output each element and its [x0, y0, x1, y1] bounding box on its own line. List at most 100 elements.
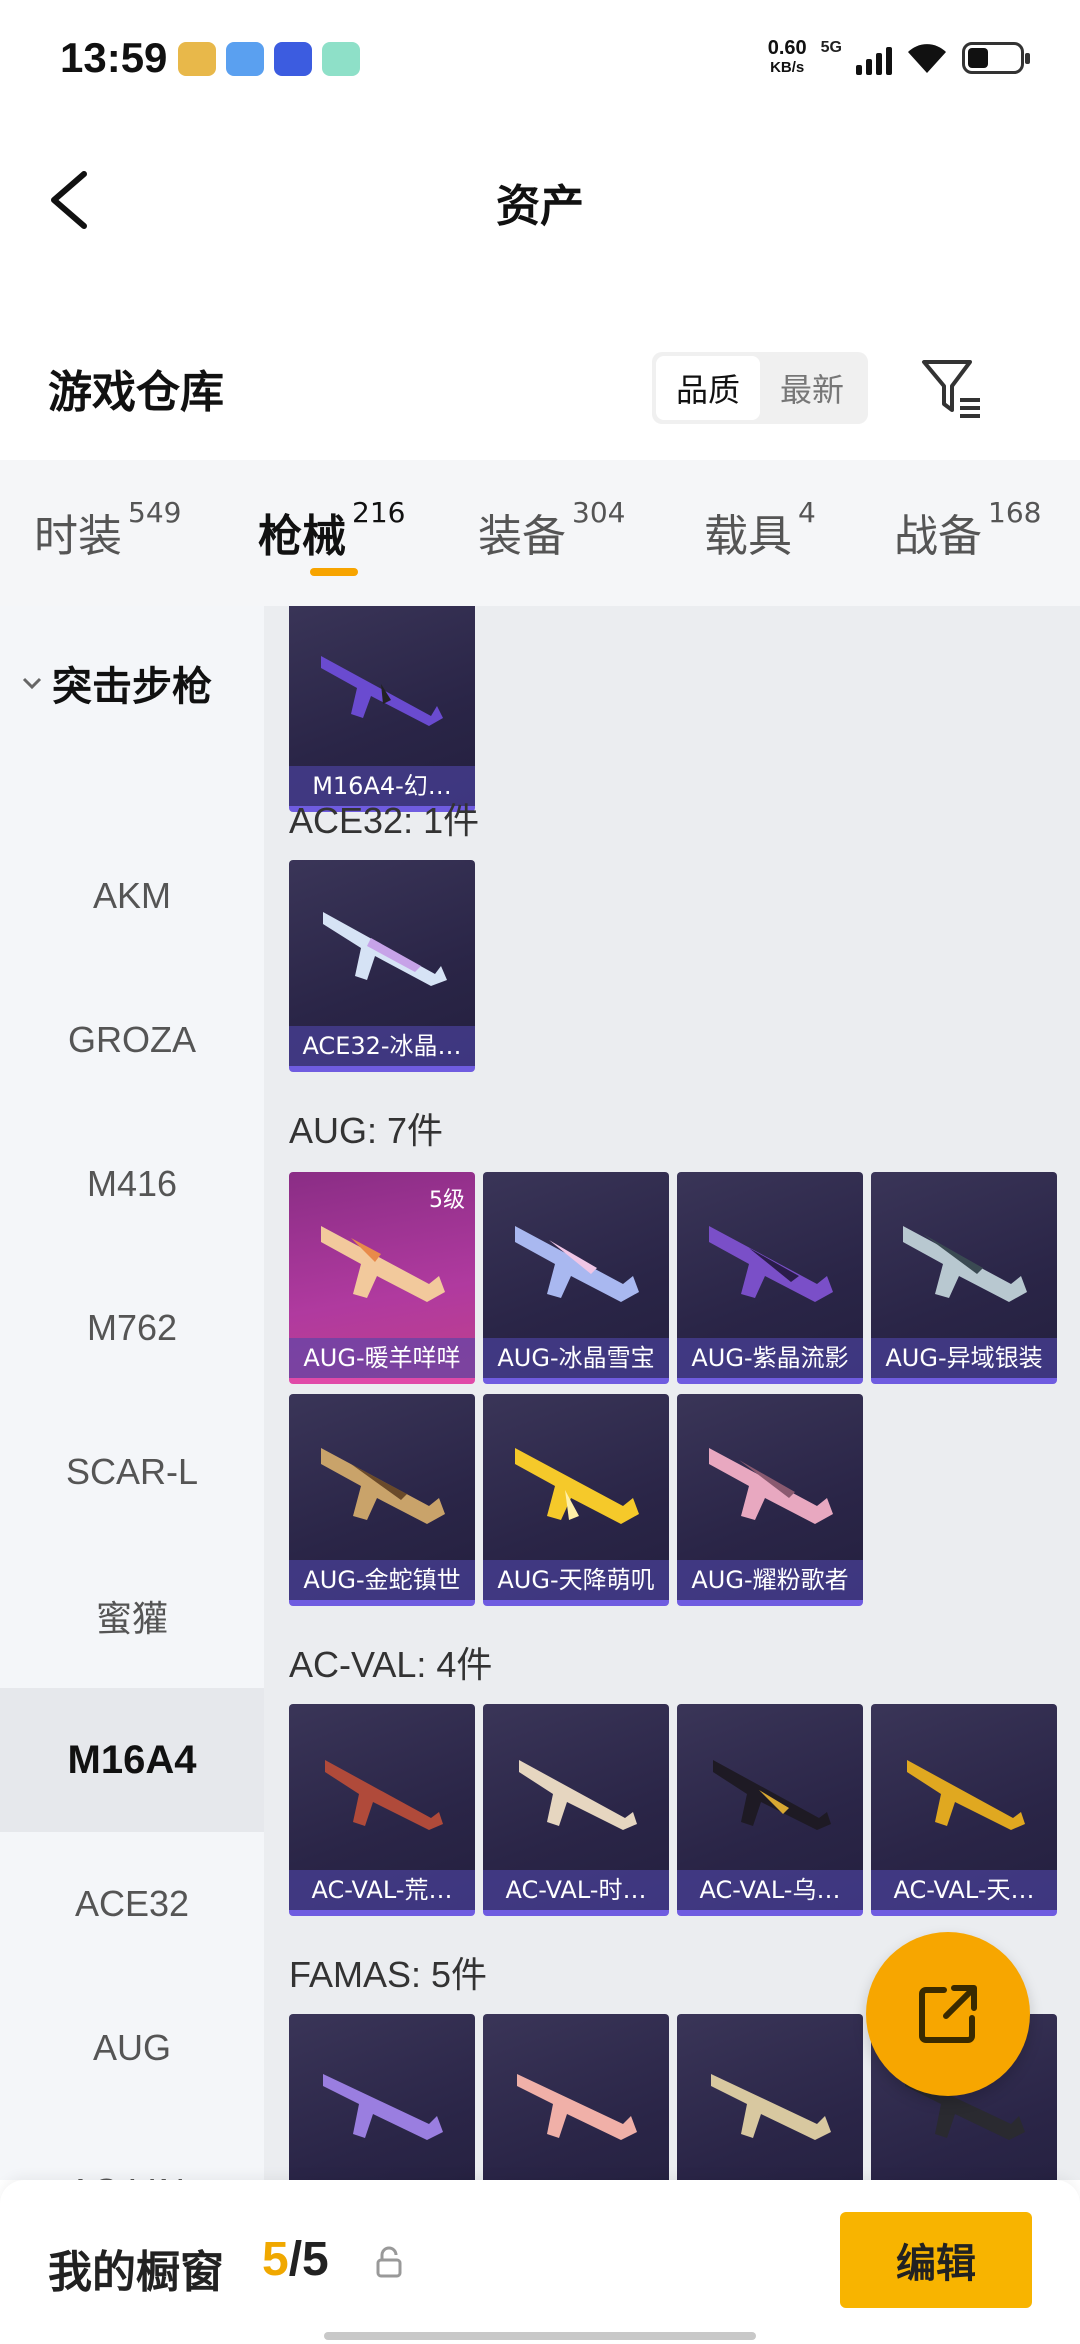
rifle-icon	[321, 1226, 445, 1302]
net-speed-unit: KB/s	[770, 59, 805, 76]
sidebar-item-akm[interactable]: AKM	[0, 824, 264, 968]
weapon-card-label: AC-VAL-乌…	[677, 1870, 863, 1910]
weapon-card[interactable]: AUG-异域银装	[871, 1172, 1057, 1384]
weapon-sidebar: 突击步枪 AKM GROZA M416 M762 SCAR-L 蜜獾 M16A4…	[0, 606, 264, 2180]
rifle-icon	[709, 1448, 833, 1524]
nav-header: 资产	[0, 120, 1080, 280]
rifle-icon	[903, 1226, 1027, 1302]
app-notification-icon	[322, 42, 360, 76]
share-button[interactable]	[866, 1932, 1030, 2096]
weapon-card-label: AUG-暖羊咩咩	[289, 1338, 475, 1378]
weapon-card[interactable]	[289, 2014, 475, 2180]
sort-newest-button[interactable]: 最新	[760, 356, 864, 420]
tab-label: 装备	[478, 511, 566, 562]
section-title-aug: AUG: 7件	[289, 1110, 444, 1151]
warehouse-title: 游戏仓库	[48, 367, 224, 418]
filter-icon[interactable]	[920, 356, 984, 420]
section-title-ac-val: AC-VAL: 4件	[289, 1644, 493, 1685]
showcase-label: 我的橱窗	[48, 2247, 224, 2298]
notification-icons	[178, 42, 360, 76]
sidebar-item-ac-val[interactable]: AC-VAL	[0, 2120, 264, 2180]
rifle-icon	[519, 1760, 637, 1830]
tab-count: 168	[988, 496, 1042, 529]
status-time: 13:59	[60, 34, 168, 81]
warehouse-header: 游戏仓库 品质 最新	[0, 330, 1080, 450]
tab-label: 时装	[34, 511, 122, 562]
sidebar-item-m416[interactable]: M416	[0, 1112, 264, 1256]
weapon-card-label: AUG-耀粉歌者	[677, 1560, 863, 1600]
tab-count: 549	[128, 496, 182, 529]
weapon-card[interactable]: AUG-天降萌叽	[483, 1394, 669, 1606]
weapon-card[interactable]: AUG-耀粉歌者	[677, 1394, 863, 1606]
app-notification-icon	[274, 42, 312, 76]
app-notification-icon	[226, 42, 264, 76]
weapon-card[interactable]	[677, 2014, 863, 2180]
weapon-card[interactable]: AUG-冰晶雪宝	[483, 1172, 669, 1384]
sidebar-item-m762[interactable]: M762	[0, 1256, 264, 1400]
app-notification-icon	[178, 42, 216, 76]
tab-fashion[interactable]: 时装 549	[34, 496, 181, 564]
weapon-card-label: AUG-紫晶流影	[677, 1338, 863, 1378]
tab-equipment[interactable]: 装备 304	[478, 496, 625, 564]
showcase-bar: 我的橱窗 5/5 编辑	[0, 2180, 1080, 2344]
sort-toggle: 品质 最新	[652, 352, 868, 424]
section-title-famas: FAMAS: 5件	[289, 1954, 488, 1995]
tab-vehicles[interactable]: 载具 4	[704, 496, 816, 564]
tab-count: 216	[352, 496, 406, 529]
chevron-down-icon	[22, 677, 42, 690]
sidebar-group-label: 突击步枪	[52, 664, 212, 710]
sidebar-item-m16a4[interactable]: M16A4	[0, 1688, 264, 1832]
weapon-card[interactable]	[483, 2014, 669, 2180]
section-title-ace32: ACE32: 1件	[289, 800, 480, 841]
weapon-card[interactable]: AUG-紫晶流影	[677, 1172, 863, 1384]
rifle-icon	[515, 1448, 639, 1524]
edit-button[interactable]: 编辑	[840, 2212, 1032, 2308]
tab-firearms[interactable]: 枪械 216	[258, 496, 405, 564]
weapon-card[interactable]: 5级 AUG-暖羊咩咩	[289, 1172, 475, 1384]
sidebar-item-groza[interactable]: GROZA	[0, 968, 264, 1112]
showcase-current: 5	[262, 2233, 289, 2286]
sidebar-item-aug[interactable]: AUG	[0, 1976, 264, 2120]
weapon-card[interactable]: M16A4-幻…	[289, 606, 475, 812]
page-title: 资产	[496, 181, 584, 232]
weapon-card[interactable]: AC-VAL-乌…	[677, 1704, 863, 1916]
rifle-icon	[709, 1226, 833, 1302]
tab-supplies[interactable]: 战备 168	[894, 496, 1041, 564]
rifle-icon	[323, 2074, 443, 2140]
sidebar-group-assault-rifles[interactable]: 突击步枪	[20, 654, 212, 712]
sort-quality-button[interactable]: 品质	[656, 356, 760, 420]
weapon-card[interactable]: AC-VAL-天…	[871, 1704, 1057, 1916]
weapon-card[interactable]: AC-VAL-时…	[483, 1704, 669, 1916]
sidebar-item-honey-badger[interactable]: 蜜獾	[0, 1544, 264, 1688]
status-bar: 13:59 0.60 KB/s 5G	[0, 0, 1080, 120]
tab-label: 战备	[894, 511, 982, 562]
home-indicator[interactable]	[324, 2332, 756, 2340]
wifi-icon	[908, 44, 946, 73]
weapon-card[interactable]: AUG-金蛇镇世	[289, 1394, 475, 1606]
weapon-card-label: AUG-冰晶雪宝	[483, 1338, 669, 1378]
tab-count: 304	[572, 496, 626, 529]
lock-icon	[376, 2246, 402, 2278]
sidebar-item-ace32[interactable]: ACE32	[0, 1832, 264, 1976]
weapon-card[interactable]: ACE32-冰晶…	[289, 860, 475, 1072]
weapon-card[interactable]: AC-VAL-荒…	[289, 1704, 475, 1916]
weapon-card-label: AUG-天降萌叽	[483, 1560, 669, 1600]
rifle-icon	[515, 1226, 639, 1302]
weapon-card-label: AC-VAL-时…	[483, 1870, 669, 1910]
net-speed: 0.60 KB/s	[768, 38, 807, 78]
tab-label: 载具	[704, 511, 792, 562]
rifle-icon	[321, 1448, 445, 1524]
weapon-card-label: AC-VAL-荒…	[289, 1870, 475, 1910]
showcase-total: /5	[288, 2233, 329, 2286]
rifle-icon	[517, 2074, 637, 2140]
rifle-icon	[325, 1760, 443, 1830]
status-indicators: 0.60 KB/s 5G	[768, 38, 1030, 78]
tab-count: 4	[798, 496, 816, 529]
rifle-icon	[321, 656, 443, 726]
sidebar-item-scar-l[interactable]: SCAR-L	[0, 1400, 264, 1544]
weapon-card-label: ACE32-冰晶…	[289, 1026, 475, 1066]
tab-label: 枪械	[258, 511, 346, 562]
showcase-count: 5/5	[262, 2232, 329, 2287]
weapon-card-label: AUG-金蛇镇世	[289, 1560, 475, 1600]
category-tabs: 时装 549 枪械 216 装备 304 载具 4 战备 168	[0, 460, 1080, 606]
